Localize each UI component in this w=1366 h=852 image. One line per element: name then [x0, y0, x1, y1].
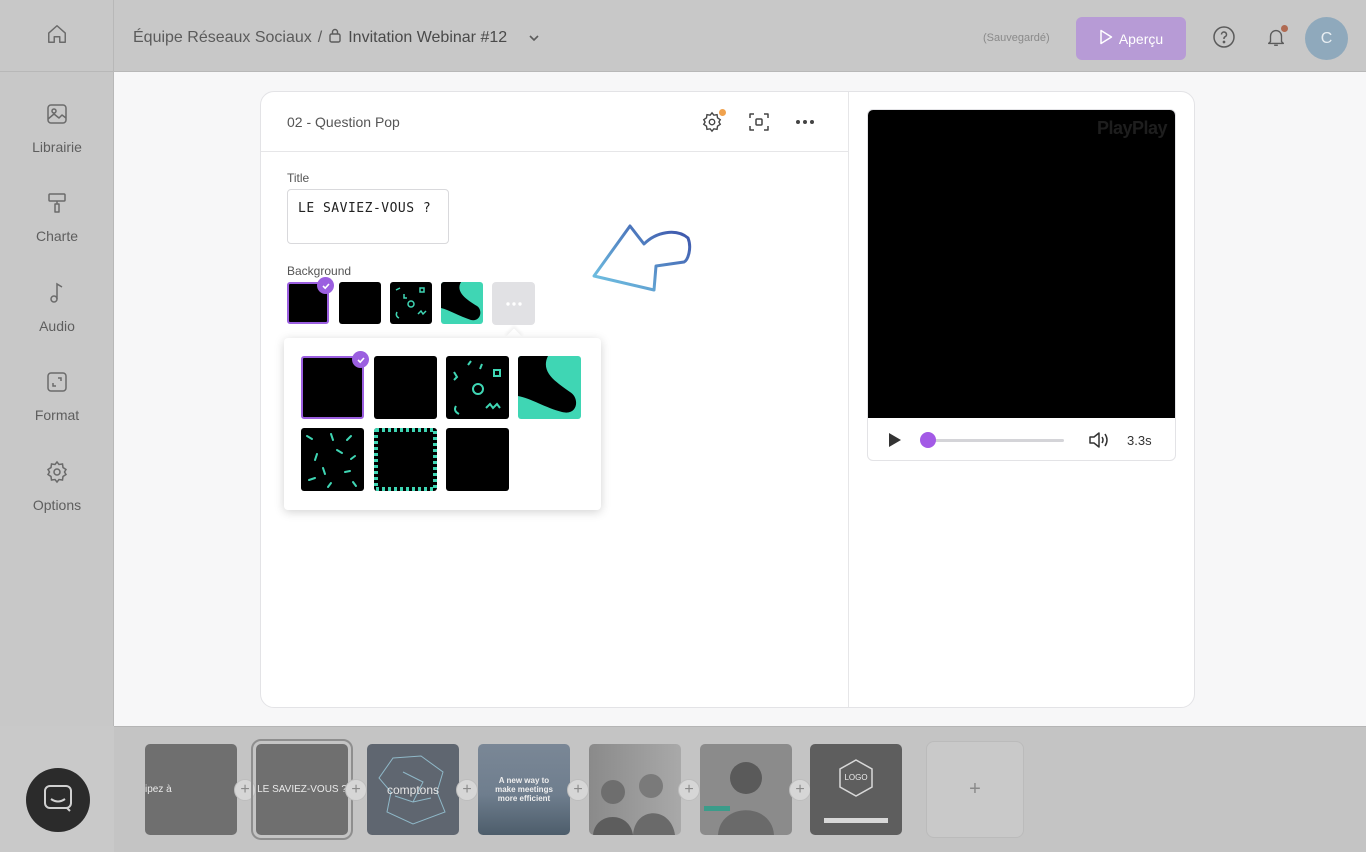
timeline-slide-1[interactable]: ipez à — [145, 744, 237, 835]
background-option-black[interactable] — [339, 282, 381, 324]
panel-divider — [848, 92, 849, 707]
more-options-icon[interactable] — [792, 109, 818, 135]
checkmark-icon — [352, 351, 369, 368]
resize-icon — [45, 370, 69, 399]
slide-text: comptons — [386, 782, 440, 797]
slide-text: LE SAVIEZ-VOUS ? — [257, 784, 347, 795]
timeline-slide-7[interactable]: LOGO — [810, 744, 902, 835]
video-preview: PlayPlay 3.3s — [867, 109, 1176, 461]
checkmark-icon — [317, 277, 334, 294]
scene-settings-gear-icon[interactable] — [699, 109, 726, 135]
add-slide-button[interactable]: + — [926, 741, 1024, 838]
home-button[interactable] — [0, 0, 114, 72]
scene-name: 02 - Question Pop — [287, 114, 400, 130]
slide-text: A new way to make meetings more efficien… — [495, 776, 553, 803]
volume-icon[interactable] — [1088, 430, 1110, 455]
sidebar-item-label: Audio — [39, 318, 75, 334]
avatar[interactable]: C — [1305, 17, 1348, 60]
background-field-label: Background — [287, 264, 352, 278]
chat-icon — [43, 784, 73, 817]
notification-dot — [1281, 25, 1288, 32]
slide-text — [589, 744, 681, 835]
top-bar: Équipe Réseaux Sociaux / Invitation Webi… — [0, 0, 1366, 72]
add-scene-button[interactable]: + — [456, 779, 478, 801]
sidebar-item-format[interactable]: Format — [0, 370, 114, 440]
help-icon[interactable] — [1212, 25, 1236, 49]
swap-layout-icon[interactable] — [746, 109, 772, 135]
picker-option-dark[interactable] — [446, 428, 509, 491]
progress-track[interactable] — [928, 439, 1064, 442]
more-backgrounds-button[interactable] — [492, 282, 535, 325]
paint-roller-icon — [45, 191, 69, 220]
slide-text — [700, 744, 792, 835]
sidebar-item-charte[interactable]: Charte — [0, 191, 114, 261]
home-icon — [46, 23, 68, 50]
sidebar-item-label: Format — [34, 407, 80, 423]
breadcrumb: Équipe Réseaux Sociaux / Invitation Webi… — [133, 28, 541, 48]
slide-text: LOGO — [844, 773, 868, 782]
preview-label: Aperçu — [1118, 30, 1164, 47]
play-icon — [1099, 29, 1113, 48]
preview-button[interactable]: Aperçu — [1076, 17, 1186, 60]
slide-footer-bar — [824, 818, 888, 823]
gear-icon — [45, 460, 69, 489]
video-time: 3.3s — [1127, 433, 1152, 448]
title-input[interactable]: LE SAVIEZ-VOUS ? — [287, 189, 449, 244]
add-scene-button[interactable]: + — [345, 779, 367, 801]
timeline-slide-4[interactable]: A new way to make meetings more efficien… — [478, 744, 570, 835]
add-scene-button[interactable]: + — [234, 779, 256, 801]
video-screen[interactable]: PlayPlay — [868, 110, 1175, 418]
sidebar-item-label: Librairie — [32, 139, 82, 155]
sidebar: Librairie Charte Audio Format Options — [0, 72, 114, 726]
sidebar-item-audio[interactable]: Audio — [0, 281, 114, 351]
pointer-arrow-illustration — [588, 218, 696, 298]
image-icon — [45, 102, 69, 131]
save-status: (Sauvegardé) — [983, 32, 1050, 44]
add-scene-button[interactable]: + — [789, 779, 811, 801]
scene-header: 02 - Question Pop — [261, 92, 848, 152]
add-scene-button[interactable]: + — [567, 779, 589, 801]
lock-icon — [328, 28, 342, 48]
add-scene-button[interactable]: + — [678, 779, 700, 801]
progress-knob[interactable] — [920, 432, 936, 448]
background-option-wave[interactable] — [441, 282, 483, 324]
sidebar-item-label: Charte — [35, 228, 79, 244]
picker-option-confetti[interactable] — [446, 356, 509, 419]
timeline-slide-2-selected[interactable]: LE SAVIEZ-VOUS ? — [251, 739, 353, 840]
picker-option-sprinkles[interactable] — [301, 428, 364, 491]
project-title[interactable]: Invitation Webinar #12 — [348, 29, 507, 47]
picker-option-black[interactable] — [374, 356, 437, 419]
breadcrumb-separator: / — [317, 29, 323, 46]
breadcrumb-team[interactable]: Équipe Réseaux Sociaux — [133, 29, 312, 47]
sidebar-item-options[interactable]: Options — [0, 460, 114, 530]
chat-support-button[interactable] — [26, 768, 90, 832]
brand-watermark: PlayPlay — [1096, 118, 1168, 138]
timeline-slide-5[interactable] — [589, 744, 681, 835]
background-option-confetti[interactable] — [390, 282, 432, 324]
chevron-down-icon[interactable] — [527, 31, 541, 45]
title-field-label: Title — [287, 171, 310, 185]
play-icon[interactable] — [887, 432, 902, 453]
timeline-slide-6[interactable] — [700, 744, 792, 835]
bell-icon[interactable] — [1264, 25, 1288, 49]
sidebar-item-librairie[interactable]: Librairie — [0, 102, 114, 172]
slide-text: ipez à — [145, 784, 172, 795]
music-note-icon — [45, 281, 69, 310]
video-controls: 3.3s — [868, 418, 1175, 460]
sidebar-item-label: Options — [32, 497, 82, 513]
picker-option-striped-frame[interactable] — [374, 428, 437, 491]
timeline-slide-3[interactable]: comptons — [367, 744, 459, 835]
picker-option-wave[interactable] — [518, 356, 581, 419]
settings-badge-dot — [719, 109, 726, 116]
